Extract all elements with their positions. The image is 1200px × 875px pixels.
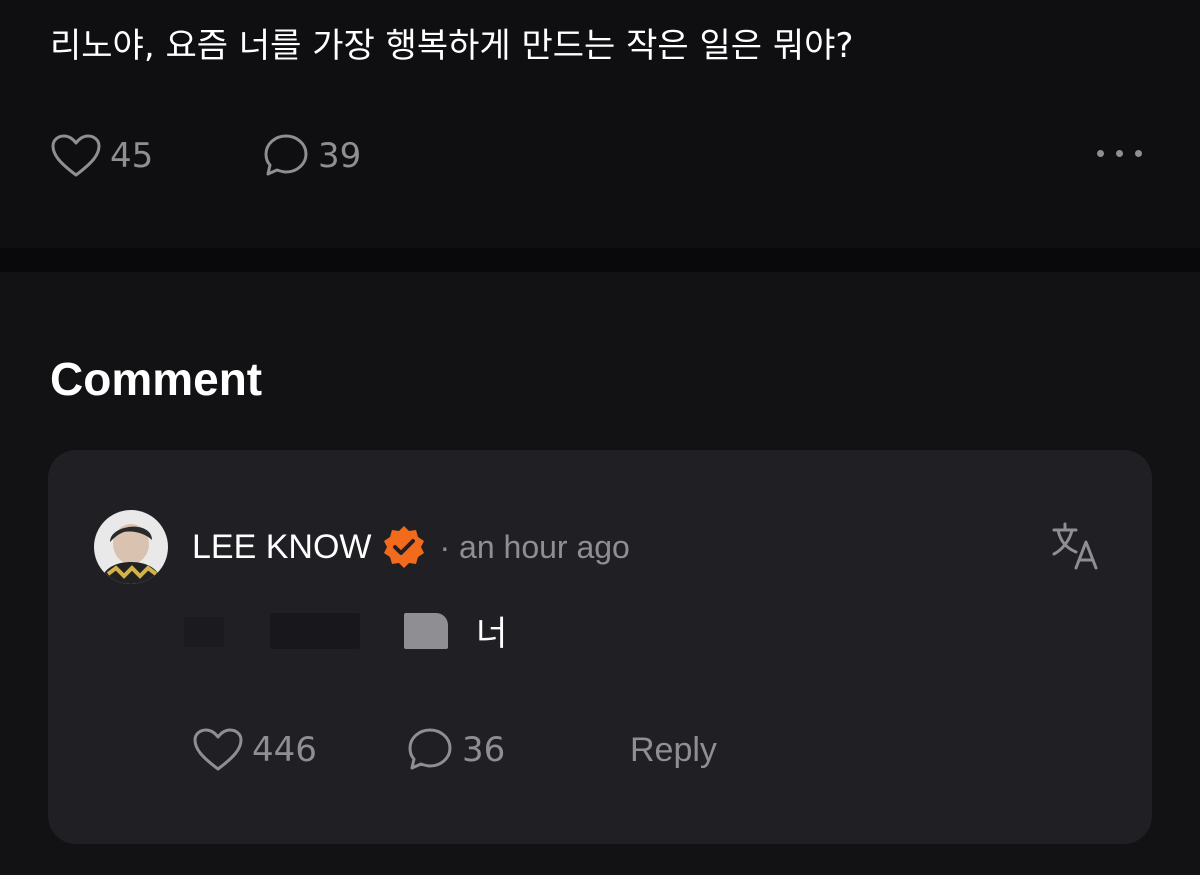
heart-icon — [51, 134, 101, 177]
redacted-stickers — [184, 611, 448, 649]
reply-button[interactable]: Reply — [630, 731, 717, 770]
comment-section-title: Comment — [50, 353, 263, 405]
translate-glyph — [1052, 522, 1098, 570]
comment-actions: 446 36 Reply — [192, 724, 717, 776]
more-dot — [1135, 150, 1142, 157]
comment-icon — [408, 728, 452, 770]
comment-icon — [264, 134, 308, 176]
post-actions: 45 39 — [50, 130, 361, 182]
post-like-count: 45 — [110, 136, 154, 176]
post-like-button[interactable]: 45 — [50, 133, 262, 179]
comment-replies-button[interactable]: 36 — [406, 726, 630, 774]
heart-icon — [193, 728, 243, 771]
comment-body: 너 — [184, 606, 508, 654]
translate-icon[interactable] — [1050, 520, 1102, 576]
more-dot — [1116, 150, 1123, 157]
post-container: 리노야, 요즘 너를 가장 행복하게 만드는 작은 일은 뭐야? 45 39 — [0, 0, 1200, 248]
avatar-image — [94, 510, 168, 584]
author-name[interactable]: LEE KNOW — [192, 528, 371, 567]
comment-header: LEE KNOW · an hour ago — [192, 524, 630, 570]
section-divider — [0, 248, 1200, 272]
comment-like-button[interactable]: 446 — [192, 727, 406, 773]
more-dot — [1097, 150, 1104, 157]
more-horizontal-icon[interactable] — [1097, 150, 1142, 157]
comment-like-count: 446 — [252, 730, 317, 770]
comment-reply-count: 36 — [462, 730, 506, 770]
post-text: 리노야, 요즘 너를 가장 행복하게 만드는 작은 일은 뭐야? — [50, 26, 854, 66]
verified-badge-icon — [384, 526, 425, 568]
redacted-block — [270, 613, 360, 649]
post-comment-button[interactable]: 39 — [262, 132, 361, 180]
redacted-block — [404, 613, 448, 649]
post-comment-count: 39 — [318, 136, 362, 176]
comment-timestamp: · an hour ago — [439, 528, 630, 565]
avatar[interactable] — [94, 510, 168, 584]
comment-text: 너 — [476, 613, 508, 654]
comment-card: LEE KNOW · an hour ago 너 446 36 Reply — [48, 450, 1152, 844]
redacted-block — [184, 617, 224, 647]
